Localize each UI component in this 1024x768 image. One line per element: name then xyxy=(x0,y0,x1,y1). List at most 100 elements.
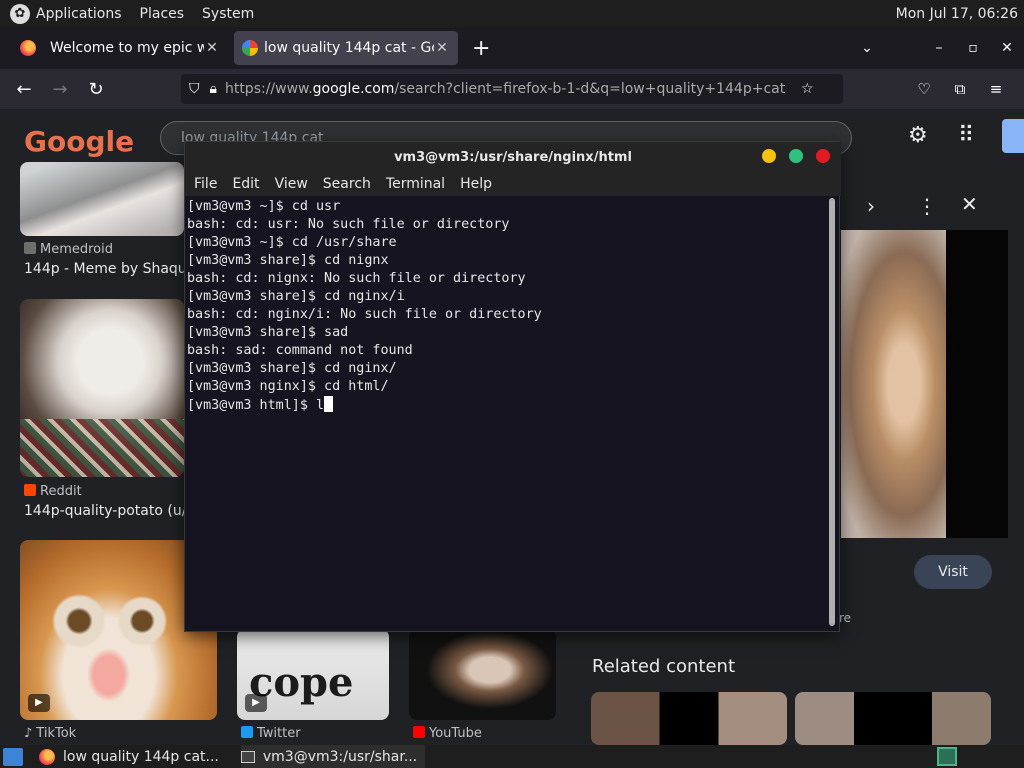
applications-menu[interactable]: Applications xyxy=(36,6,122,22)
result-image[interactable] xyxy=(409,629,556,720)
url-bar[interactable]: ⛉ 🔒︎ https://www.google.com/search?clien… xyxy=(181,74,843,104)
terminal-titlebar[interactable]: vm3@vm3:/usr/share/nginx/html xyxy=(185,142,841,172)
menu-file[interactable]: File xyxy=(194,176,217,192)
menu-help[interactable]: Help xyxy=(460,176,492,192)
more-options-icon[interactable]: ⋮ xyxy=(917,194,937,218)
back-icon[interactable]: ← xyxy=(6,79,42,100)
result-image[interactable] xyxy=(20,299,184,477)
firefox-icon xyxy=(39,748,55,765)
menu-icon[interactable]: ≡ xyxy=(978,80,1014,98)
tiktok-icon: ♪ xyxy=(24,726,33,741)
terminal-line: bash: sad: command not found xyxy=(187,343,413,358)
terminal-menubar: File Edit View Search Terminal Help xyxy=(185,172,841,196)
extensions-icon[interactable]: ⧉ xyxy=(942,80,978,98)
terminal-line: bash: cd: nginx/i: No such file or direc… xyxy=(187,307,542,322)
result-source[interactable]: ♪ TikTok xyxy=(24,726,76,741)
show-desktop-icon[interactable] xyxy=(3,747,23,766)
tab-label: low quality 144p cat - Google xyxy=(264,40,434,56)
reddit-icon xyxy=(24,484,36,496)
taskbar-item-label: vm3@vm3:/usr/shar... xyxy=(262,748,418,765)
close-icon[interactable]: ✕ xyxy=(961,192,978,216)
bookmark-star-icon[interactable]: ☆ xyxy=(801,81,814,97)
blanket xyxy=(20,419,184,477)
taskbar-item-label: low quality 144p cat... xyxy=(63,748,219,765)
sign-in-button[interactable] xyxy=(1002,119,1024,153)
toolbar-icons: ♡ ⧉ ≡ xyxy=(906,69,1014,109)
gnome-foot-icon[interactable]: ✿ xyxy=(10,3,30,24)
navigation-toolbar: ← → ↻ ⛉ 🔒︎ https://www.google.com/search… xyxy=(0,69,1024,109)
top-panel: ✿ Applications Places System Mon Jul 17,… xyxy=(0,0,1024,27)
menu-terminal[interactable]: Terminal xyxy=(386,176,445,192)
result-source[interactable]: YouTube xyxy=(413,726,482,741)
youtube-icon xyxy=(413,726,425,738)
close-window-icon[interactable]: ✕ xyxy=(990,40,1024,56)
firefox-icon xyxy=(20,40,36,56)
chevron-right-icon[interactable]: › xyxy=(867,194,875,218)
terminal-icon xyxy=(240,750,255,763)
terminal-line: [vm3@vm3 share]$ sad xyxy=(187,325,349,340)
play-icon: ▶ xyxy=(245,694,267,712)
places-menu[interactable]: Places xyxy=(140,6,185,22)
browser-tab-bar: Welcome to my epic website! ✕ low qualit… xyxy=(0,27,1024,69)
result-image[interactable]: cope ▶ xyxy=(237,629,389,720)
close-icon[interactable]: ✕ xyxy=(204,40,220,56)
maximize-icon[interactable] xyxy=(789,149,803,163)
close-icon[interactable]: ✕ xyxy=(434,40,450,56)
apps-grid-icon[interactable]: ⠿ xyxy=(958,123,974,148)
terminal-prompt-line[interactable]: [vm3@vm3 html]$ l xyxy=(187,396,827,414)
scrollbar[interactable] xyxy=(829,198,835,626)
bottom-panel: low quality 144p cat... vm3@vm3:/usr/sha… xyxy=(0,745,1024,768)
play-icon: ▶ xyxy=(28,694,50,712)
workspace-switcher[interactable] xyxy=(937,747,957,766)
terminal-line: bash: cd: nignx: No such file or directo… xyxy=(187,271,526,286)
google-logo[interactable]: Google xyxy=(24,125,134,158)
related-image[interactable] xyxy=(591,692,787,745)
url-text[interactable]: https://www.google.com/search?client=fir… xyxy=(225,81,785,97)
menu-edit[interactable]: Edit xyxy=(232,176,259,192)
result-source[interactable]: Twitter xyxy=(241,726,301,741)
terminal-line: bash: cd: usr: No such file or directory xyxy=(187,217,510,232)
minimize-icon[interactable] xyxy=(762,149,776,163)
menu-search[interactable]: Search xyxy=(323,176,371,192)
terminal-line: [vm3@vm3 share]$ cd nignx xyxy=(187,253,389,268)
memedroid-icon xyxy=(24,242,36,254)
twitter-icon xyxy=(241,726,253,738)
tab-label: Welcome to my epic website! xyxy=(50,40,204,56)
result-title[interactable]: 144p - Meme by Shaquille xyxy=(24,261,207,277)
related-image[interactable] xyxy=(795,692,991,745)
terminal-line: [vm3@vm3 share]$ cd nginx/ xyxy=(187,361,397,376)
shield-icon[interactable]: ⛉ xyxy=(189,81,200,97)
pocket-icon[interactable]: ♡ xyxy=(906,80,942,98)
taskbar-item-terminal[interactable]: vm3@vm3:/usr/shar... xyxy=(240,745,426,768)
clock[interactable]: Mon Jul 17, 06:26 xyxy=(896,6,1018,22)
list-tabs-icon[interactable]: ⌄ xyxy=(850,40,884,56)
gear-icon[interactable]: ⚙ xyxy=(908,123,928,148)
minimize-icon[interactable]: – xyxy=(922,40,956,56)
menu-view[interactable]: View xyxy=(275,176,308,192)
new-tab-button[interactable]: + xyxy=(472,36,490,61)
close-icon[interactable] xyxy=(816,149,830,163)
result-source[interactable]: Memedroid xyxy=(24,242,113,257)
window-title: vm3@vm3:/usr/share/nginx/html xyxy=(394,149,632,165)
terminal-line: [vm3@vm3 nginx]$ cd html/ xyxy=(187,379,389,394)
window-controls: ⌄ – ▫ ✕ xyxy=(850,27,1024,69)
terminal-output[interactable]: [vm3@vm3 ~]$ cd usr bash: cd: usr: No su… xyxy=(187,198,827,628)
result-title[interactable]: 144p-quality-potato (u/14 xyxy=(24,503,204,519)
terminal-line: [vm3@vm3 ~]$ cd usr xyxy=(187,199,341,214)
result-source[interactable]: Reddit xyxy=(24,484,82,499)
lock-icon[interactable]: 🔒︎ xyxy=(210,81,217,97)
reload-icon[interactable]: ↻ xyxy=(78,79,114,100)
tab-welcome[interactable]: Welcome to my epic website! ✕ xyxy=(0,31,228,65)
tab-google-images[interactable]: low quality 144p cat - Google ✕ xyxy=(234,31,458,65)
preview-partial-text: re xyxy=(839,611,852,625)
text-cursor xyxy=(324,396,334,412)
taskbar-item-firefox[interactable]: low quality 144p cat... xyxy=(37,745,227,768)
preview-image[interactable] xyxy=(841,230,946,538)
visit-button[interactable]: Visit xyxy=(914,555,992,589)
system-menu[interactable]: System xyxy=(202,6,254,22)
result-image[interactable] xyxy=(20,162,184,236)
terminal-window[interactable]: vm3@vm3:/usr/share/nginx/html File Edit … xyxy=(184,141,841,632)
terminal-line: [vm3@vm3 share]$ cd nginx/i xyxy=(187,289,405,304)
maximize-icon[interactable]: ▫ xyxy=(956,40,990,56)
forward-icon[interactable]: → xyxy=(42,79,78,100)
